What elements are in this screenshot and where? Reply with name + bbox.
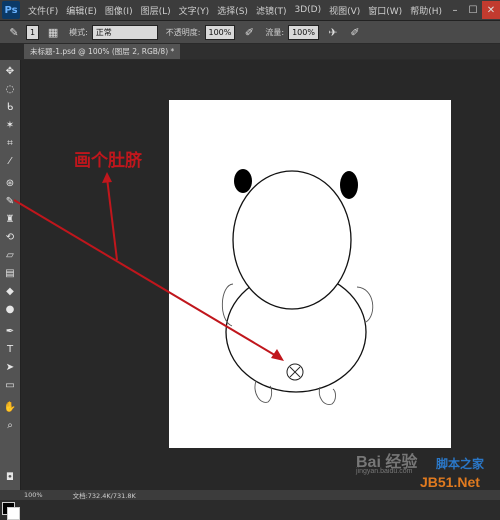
zoom-level: 100% bbox=[24, 491, 43, 499]
annotation-text: 画个肚脐 bbox=[74, 151, 142, 171]
left-ear bbox=[234, 169, 252, 193]
head-shape bbox=[232, 170, 352, 310]
document-info: 文档:732.4K/731.8K bbox=[72, 492, 136, 500]
drawing-overlay bbox=[13, 169, 374, 405]
right-ear bbox=[340, 171, 358, 199]
jb51-watermark: JB51.Net bbox=[420, 474, 480, 490]
annotation-arrow-up bbox=[106, 177, 118, 261]
baidu-watermark-url: jingyan.baidu.com bbox=[356, 468, 413, 475]
background-color-swatch[interactable] bbox=[7, 507, 20, 520]
right-leg bbox=[318, 386, 336, 405]
status-bar: 100% 文档:732.4K/731.8K bbox=[0, 490, 500, 500]
annotation-arrowhead-up bbox=[102, 172, 112, 183]
jb51-watermark-label: 脚本之家 bbox=[436, 457, 485, 471]
